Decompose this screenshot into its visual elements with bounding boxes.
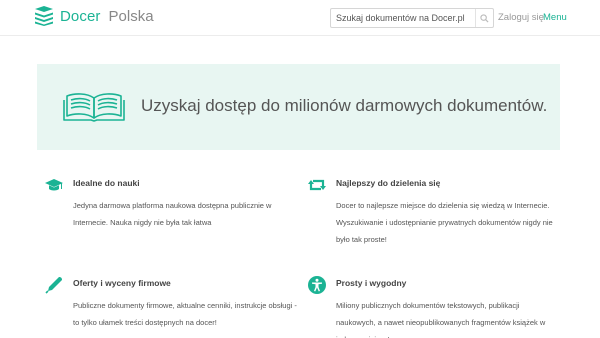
graduation-cap-icon [45,179,63,191]
feature-title: Oferty i wyceny firmowe [73,278,171,288]
search-button[interactable] [475,9,493,27]
search-icon [480,13,489,23]
logo-brand: Docer [60,7,101,25]
logo-country: Polska [108,7,154,25]
search-box [330,8,494,28]
feature-description: Miliony publicznych dokumentów tekstowyc… [336,301,546,338]
open-book-icon [63,93,125,122]
login-link[interactable]: Zaloguj się [498,12,544,23]
hero-headline: Uzyskaj dostęp do milionów darmowych dok… [141,96,548,115]
menu-link[interactable]: Menu [543,12,567,23]
search-input[interactable] [331,9,475,27]
accessibility-icon [308,276,326,294]
feature-description: Jedyna darmowa platforma naukowa dostępn… [73,201,272,227]
books-logo-icon [35,6,53,26]
hero-banner: Uzyskaj dostęp do milionów darmowych dok… [37,64,560,150]
header: Docer Polska Zaloguj się Menu [0,0,600,36]
feature-description: Docer to najlepsze miejsce do dzielenia … [336,201,553,244]
feature-title: Najlepszy do dzielenia się [336,178,441,188]
share-arrows-icon [308,179,326,191]
pen-icon [45,277,62,294]
feature-title: Idealne do nauki [73,178,140,188]
feature-title: Prosty i wygodny [336,278,407,288]
logo[interactable]: Docer Polska [33,6,154,26]
feature-description: Publiczne dokumenty firmowe, aktualne ce… [73,301,297,327]
